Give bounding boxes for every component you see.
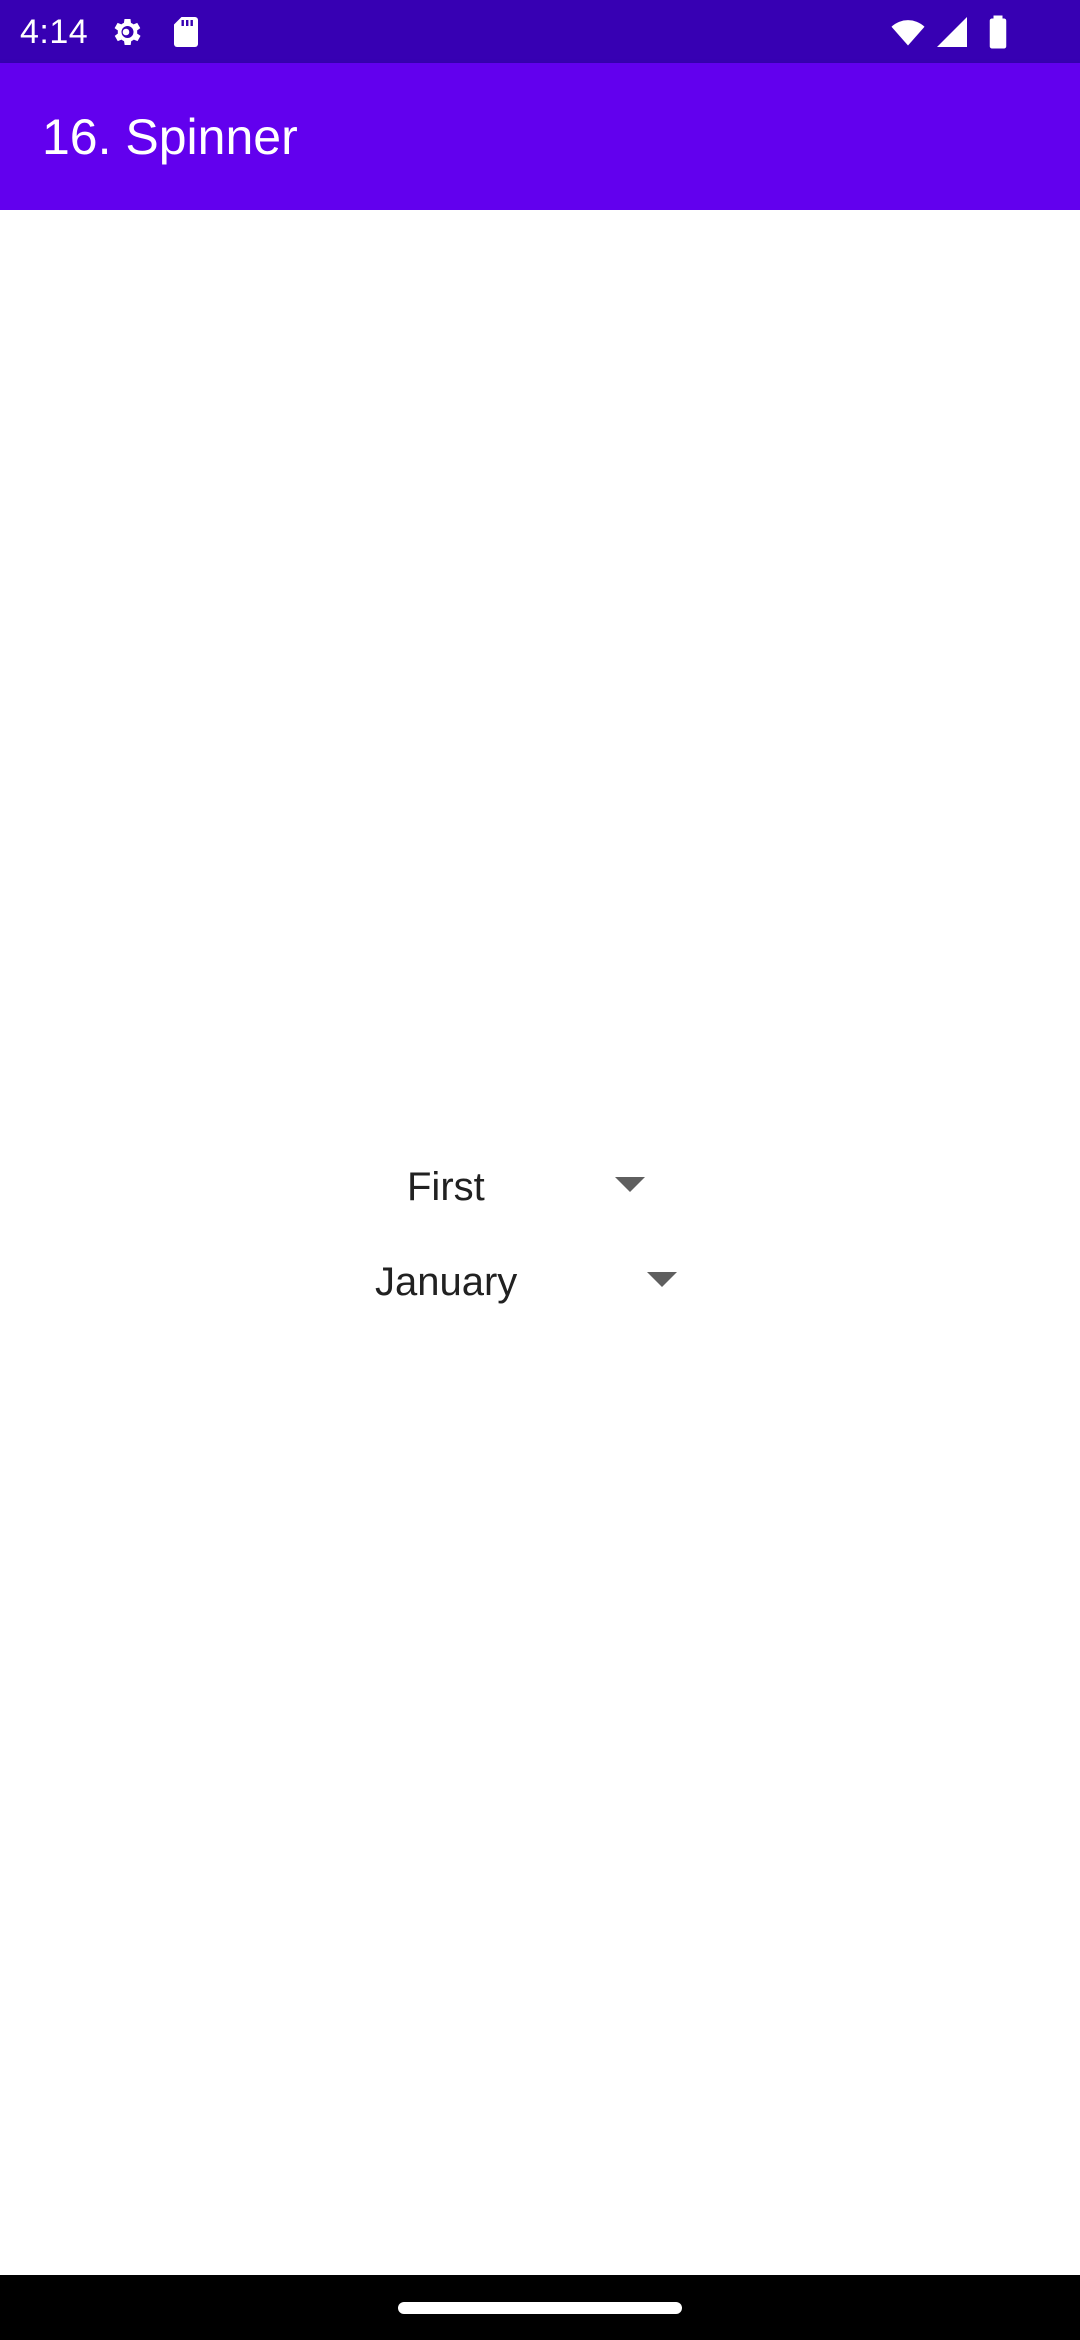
- spinner-month[interactable]: January: [350, 1240, 690, 1324]
- sd-card-icon: [168, 14, 204, 50]
- spinner-selected-value: January: [375, 1260, 518, 1304]
- status-time: 4:14: [20, 13, 89, 51]
- cellular-signal-icon: [934, 14, 970, 50]
- app-bar: 16. Spinner: [0, 63, 1080, 210]
- spinner-first[interactable]: First: [380, 1145, 670, 1229]
- navigation-bar: [0, 2275, 1080, 2340]
- page-title: 16. Spinner: [42, 109, 298, 165]
- home-gesture-handle[interactable]: [398, 2302, 682, 2314]
- spinner-selected-value: First: [407, 1165, 485, 1209]
- chevron-down-icon: [615, 1177, 645, 1192]
- battery-icon: [980, 14, 1016, 50]
- settings-gear-icon: [108, 14, 144, 50]
- status-bar: 4:14: [0, 0, 1080, 63]
- main-content: First January: [0, 210, 1080, 2275]
- wifi-icon: [890, 14, 926, 50]
- chevron-down-icon: [647, 1272, 677, 1287]
